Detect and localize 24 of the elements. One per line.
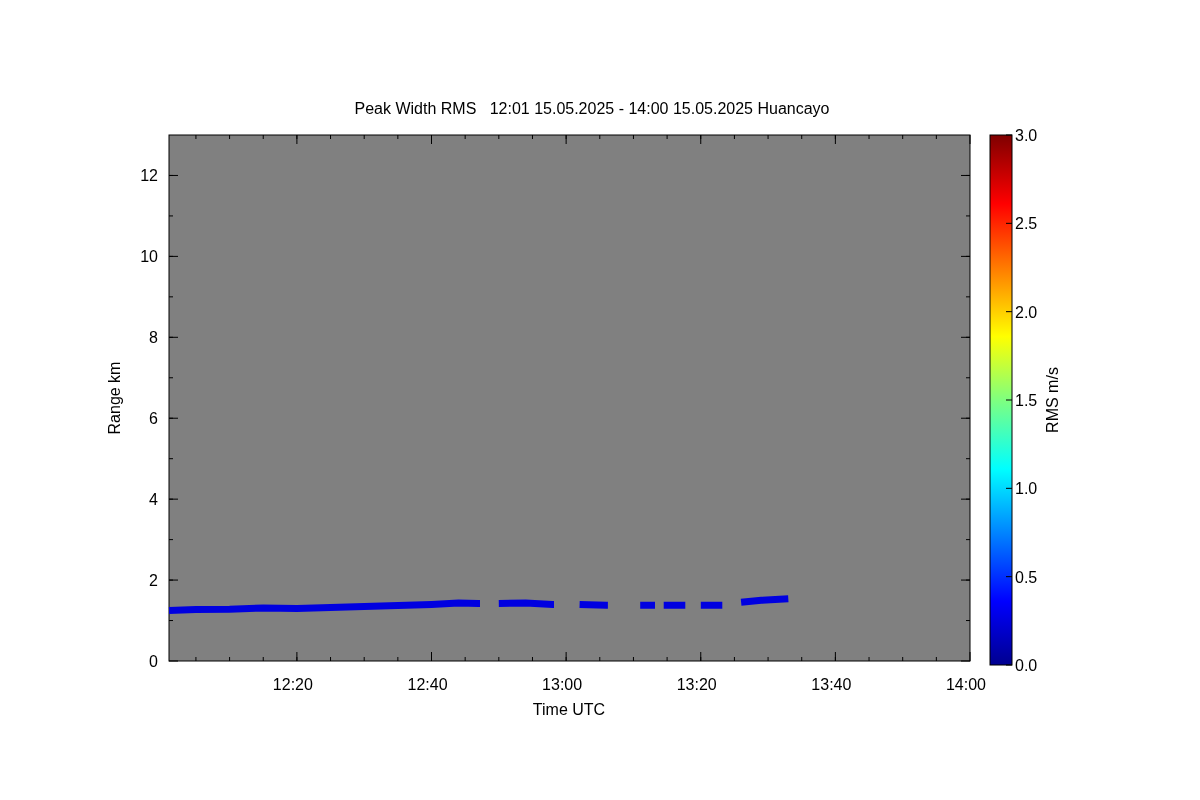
y-tick-label: 8 xyxy=(149,329,158,347)
x-tick-label: 12:20 xyxy=(272,676,313,693)
y-tick-label: 4 xyxy=(149,491,158,509)
color-scale-label: 0.0 xyxy=(1015,657,1038,674)
color-scale-label: 3.0 xyxy=(1015,127,1038,144)
color-scale-label: 0.5 xyxy=(1015,568,1038,586)
y-tick-label: 0 xyxy=(149,653,158,670)
x-axis-label: Time UTC xyxy=(532,701,606,718)
color-scale-label: 1.0 xyxy=(1015,480,1038,498)
x-tick-label: 13:00 xyxy=(542,676,583,693)
x-tick-label: 13:20 xyxy=(676,676,717,693)
chart-title: Peak Width RMS 12:01 15.05.2025 - 14:00 15.05.2025 Huancayo xyxy=(354,100,830,117)
x-tick-label: 12:40 xyxy=(407,676,448,693)
x-tick-label: 13:40 xyxy=(811,676,852,693)
x-tick-label: 14:00 xyxy=(946,676,986,693)
y-tick-label: 12 xyxy=(140,167,158,185)
y-axis-label: Range km xyxy=(106,361,123,435)
color-scale-label: 1.5 xyxy=(1015,392,1038,409)
color-scale-label: 2.5 xyxy=(1015,215,1038,233)
y-tick-label: 6 xyxy=(149,410,158,428)
color-scale-title: RMS m/s xyxy=(1044,367,1061,433)
color-scale-label: 2.0 xyxy=(1015,303,1038,321)
y-tick-label: 10 xyxy=(140,248,158,266)
y-tick-label: 2 xyxy=(149,572,158,590)
